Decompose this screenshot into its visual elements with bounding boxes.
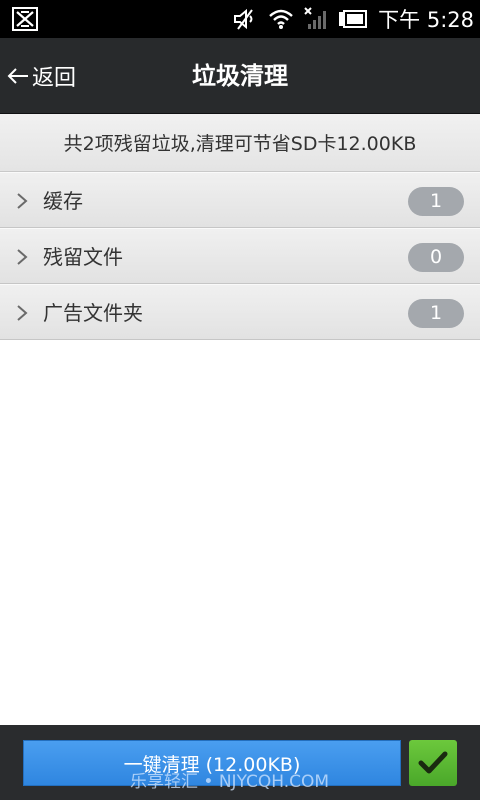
status-bar: 下午 5:28 — [0, 0, 480, 38]
junk-category-list: 缓存 1 残留文件 0 广告文件夹 1 — [0, 172, 480, 340]
app-notification-icon — [12, 7, 38, 31]
bottom-action-bar: 一键清理 (12.00KB) — [0, 725, 480, 800]
count-badge: 0 — [408, 243, 464, 272]
chevron-right-icon — [17, 193, 28, 209]
one-click-clean-button[interactable]: 一键清理 (12.00KB) — [23, 740, 401, 786]
chevron-right-icon — [17, 305, 28, 321]
back-arrow-icon — [7, 68, 28, 84]
category-item-ad-folders[interactable]: 广告文件夹 1 — [0, 284, 480, 340]
back-label: 返回 — [32, 66, 77, 91]
count-badge: 1 — [408, 187, 464, 216]
battery-icon — [338, 10, 368, 28]
category-label: 残留文件 — [43, 245, 123, 269]
category-label: 广告文件夹 — [43, 301, 143, 325]
wifi-icon — [268, 8, 294, 30]
checkmark-icon — [418, 751, 448, 774]
silent-mode-icon — [232, 7, 258, 31]
chevron-right-icon — [17, 249, 28, 265]
count-badge: 1 — [408, 299, 464, 328]
status-time: 下午 5:28 — [378, 8, 474, 32]
back-button[interactable]: 返回 — [6, 38, 76, 114]
category-item-cache[interactable]: 缓存 1 — [0, 172, 480, 228]
title-bar: 返回 垃圾清理 — [0, 38, 480, 114]
category-label: 缓存 — [43, 189, 83, 213]
cleanup-summary: 共2项残留垃圾,清理可节省SD卡12.00KB — [0, 114, 480, 172]
no-signal-icon — [304, 7, 328, 31]
category-item-residual-files[interactable]: 残留文件 0 — [0, 228, 480, 284]
confirm-button[interactable] — [409, 740, 457, 786]
